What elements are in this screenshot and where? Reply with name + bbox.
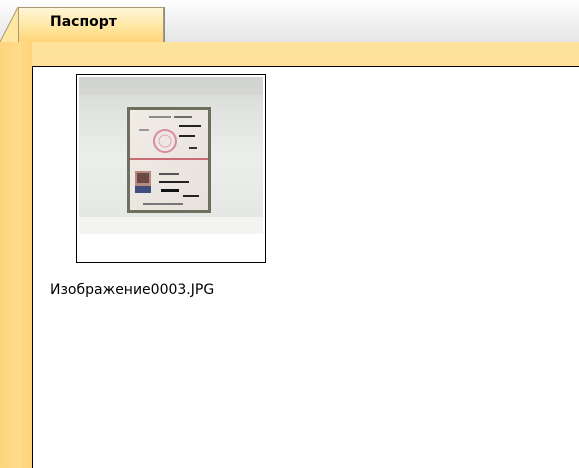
tab-passport-label: Паспорт: [50, 14, 117, 30]
passport-photo-thumbnail: [79, 77, 263, 234]
tab-divider: [164, 7, 165, 42]
file-thumbnail[interactable]: [76, 74, 266, 263]
document-window: Паспорт Изображение0003.JPG: [0, 0, 579, 468]
tab-frame-left: [0, 42, 32, 468]
file-name-label[interactable]: Изображение0003.JPG: [50, 282, 214, 298]
